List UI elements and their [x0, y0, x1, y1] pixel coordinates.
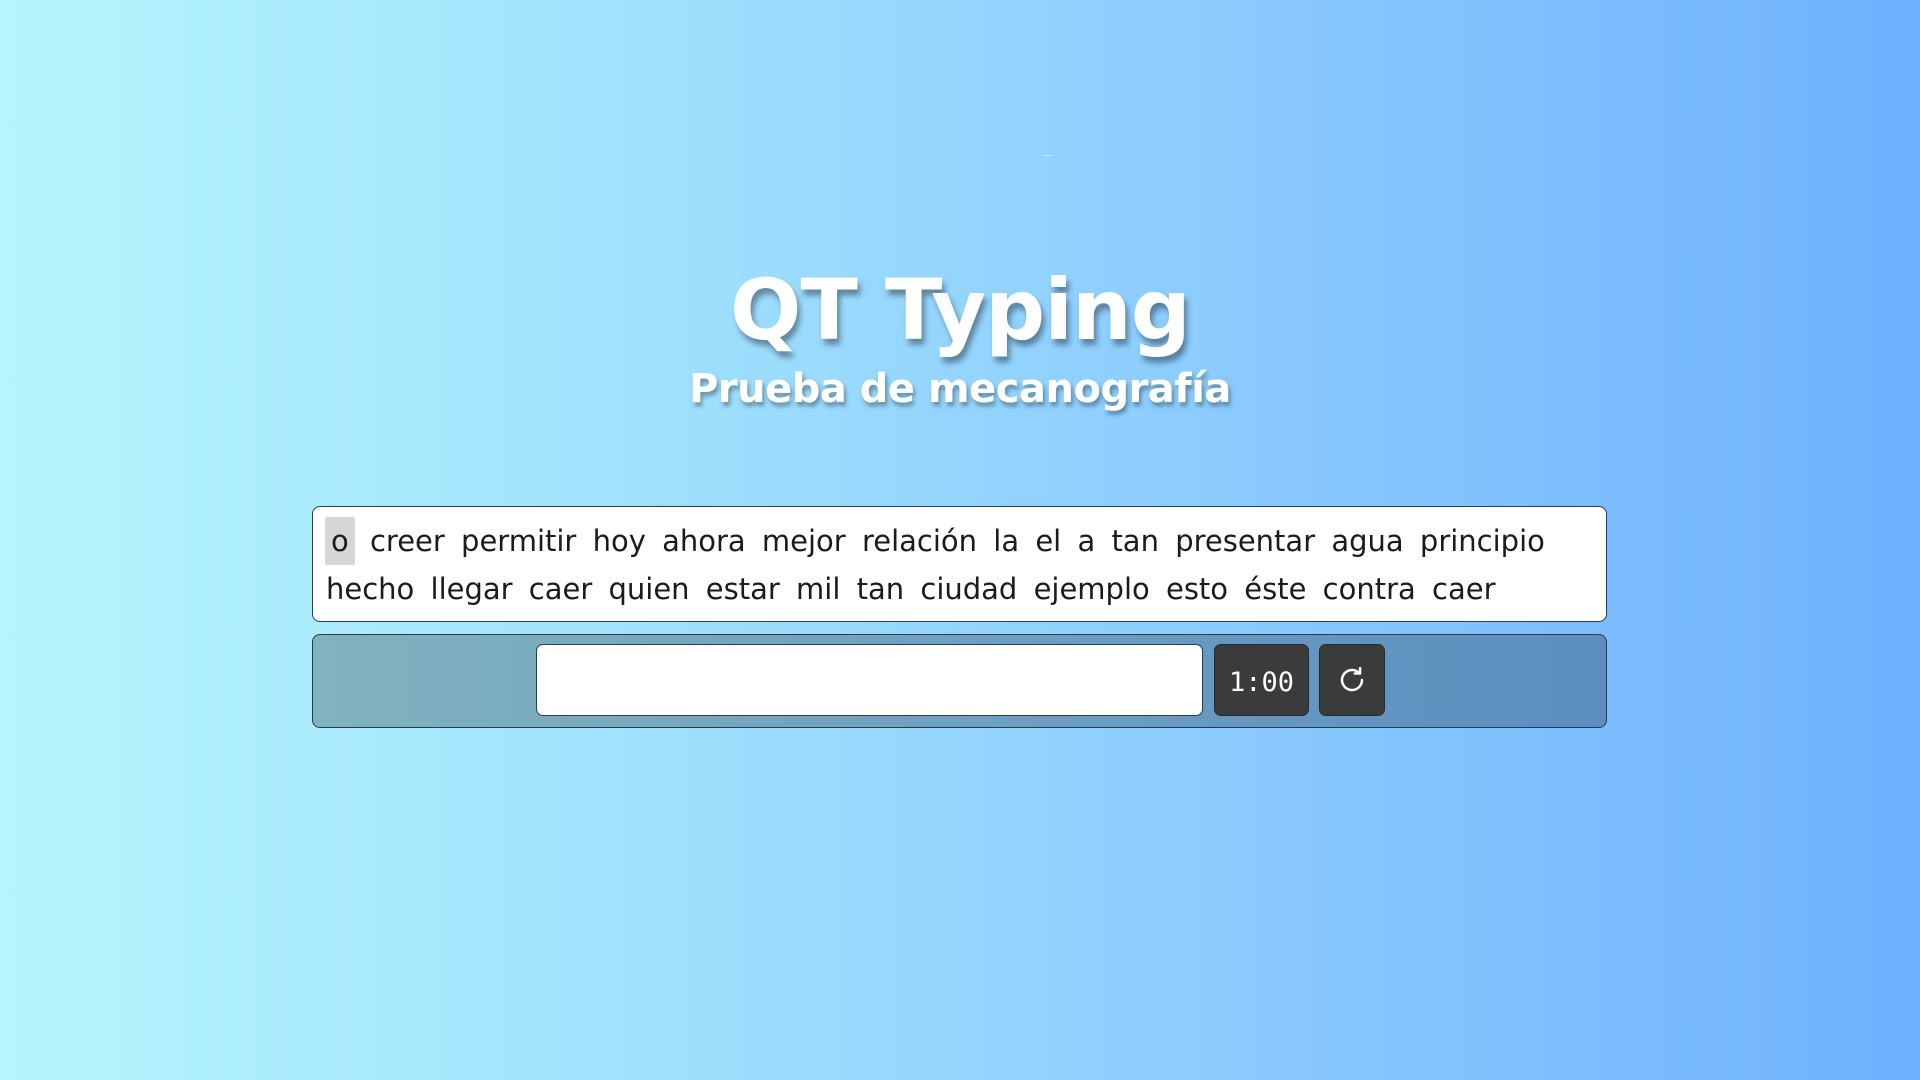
typing-input[interactable] — [536, 644, 1203, 716]
word: éste — [1244, 572, 1307, 606]
word: esto — [1165, 572, 1229, 606]
page-title: QT Typing — [730, 261, 1191, 359]
word: mil — [796, 572, 841, 606]
word: relación — [861, 524, 978, 558]
word-list: o creer permitir hoy ahora mejor relació… — [325, 517, 1596, 621]
page-subtitle: Prueba de mecanografía — [689, 365, 1231, 412]
word: el — [1035, 524, 1062, 558]
refresh-icon — [1337, 665, 1367, 695]
word: tan — [856, 572, 905, 606]
word: tan — [1111, 524, 1159, 558]
word: creer — [369, 524, 445, 558]
word: llegar — [430, 572, 513, 606]
word: a — [1077, 524, 1096, 558]
decorative-dash — [1043, 155, 1052, 156]
word: caer — [1432, 572, 1496, 606]
reset-button[interactable] — [1319, 644, 1385, 716]
word: principio — [1419, 524, 1545, 558]
word: estar — [705, 572, 780, 606]
word: como — [426, 613, 508, 621]
word: mejor — [761, 524, 846, 558]
word: ahora — [662, 524, 746, 558]
word: ejemplo — [1033, 572, 1150, 606]
word: quien — [608, 572, 690, 606]
word: caer — [528, 572, 593, 606]
word: ciudad — [920, 572, 1018, 606]
word: presentar — [1175, 524, 1316, 558]
current-word: o — [325, 517, 355, 565]
control-bar: 1:00 — [312, 634, 1607, 728]
word: punto — [325, 613, 411, 621]
page-header: QT Typing Prueba de mecanografía — [0, 262, 1920, 411]
word-display: o creer permitir hoy ahora mejor relació… — [312, 506, 1607, 622]
word: hecho — [326, 572, 415, 606]
word: permitir — [461, 524, 577, 558]
word: la — [993, 524, 1020, 558]
word: hoy — [592, 524, 646, 558]
timer-display: 1:00 — [1214, 644, 1309, 716]
word: contra — [1322, 572, 1416, 606]
word: agua — [1331, 524, 1404, 558]
